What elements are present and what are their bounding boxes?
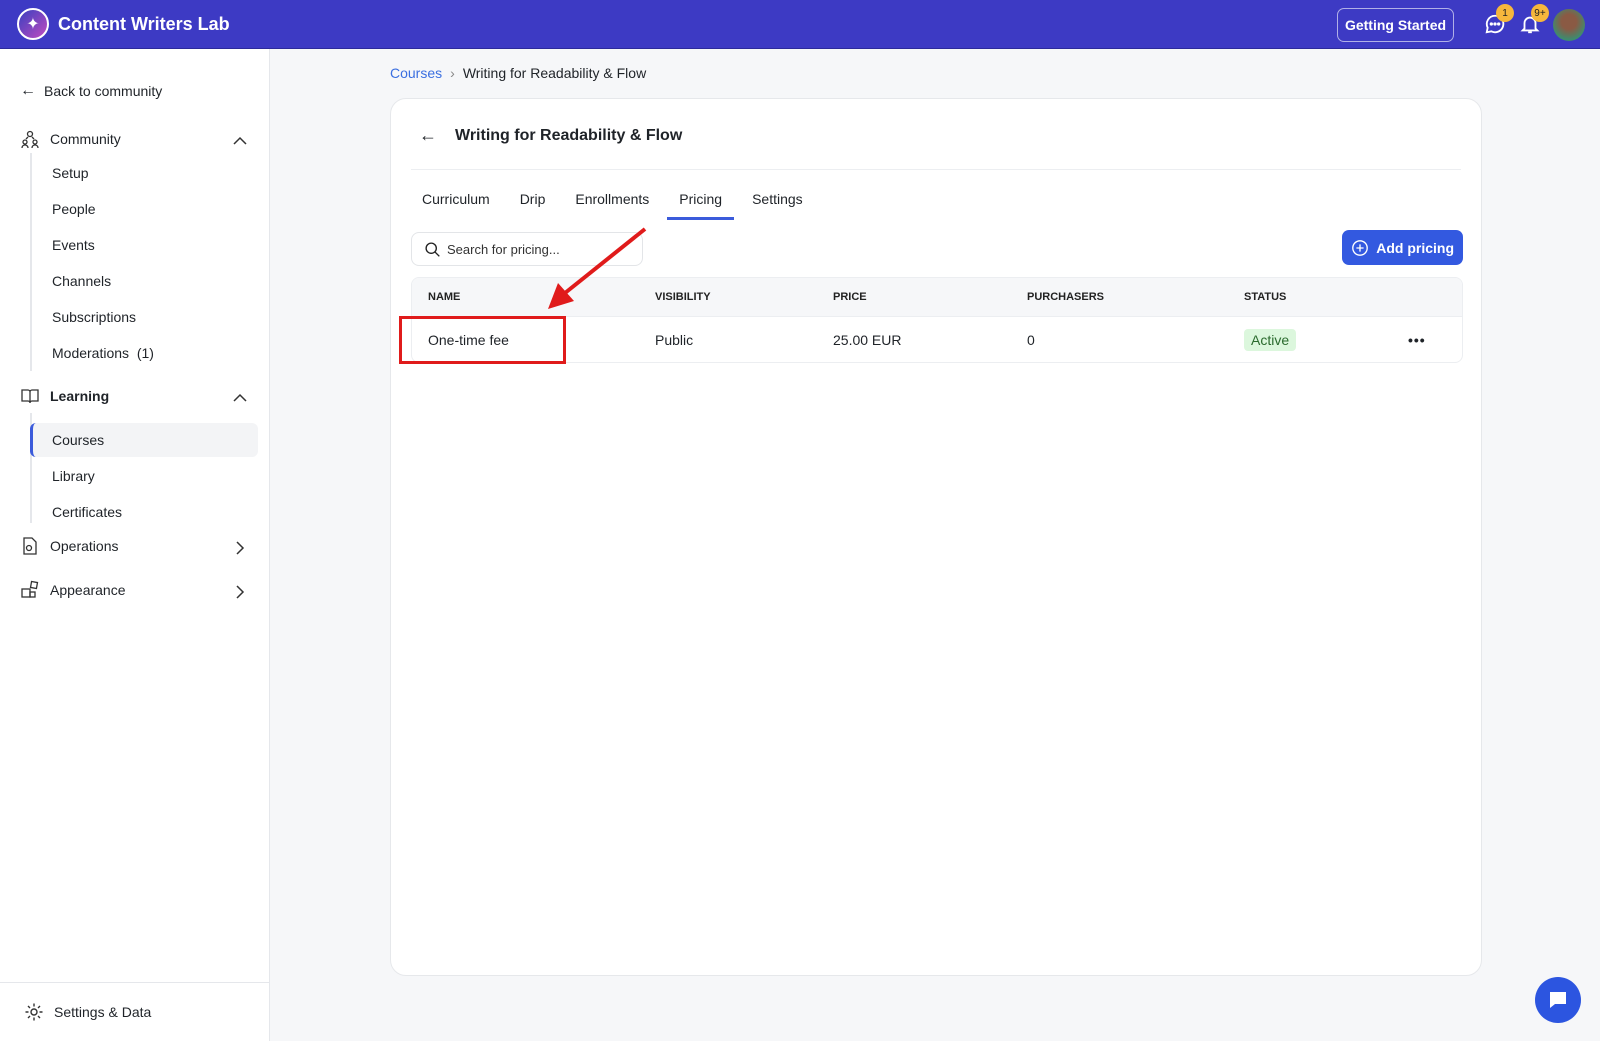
back-arrow-icon[interactable]: ← [419, 125, 437, 146]
user-avatar[interactable] [1553, 9, 1585, 41]
gear-icon [25, 1003, 43, 1021]
annotation-arrow-icon [548, 227, 647, 309]
chevron-right-icon[interactable] [232, 584, 248, 600]
sidebar-item-events[interactable]: Events [52, 237, 95, 253]
col-price[interactable]: PRICE [833, 291, 867, 303]
sidebar-item-courses[interactable]: Courses [52, 432, 104, 448]
sidebar-footer: Settings & Data [0, 982, 270, 1041]
sidebar-section-learning[interactable]: Learning [20, 386, 109, 406]
top-bar: ✦ Content Writers Lab Getting Started 1 … [0, 0, 1600, 49]
tab-enrollments[interactable]: Enrollments [575, 191, 649, 220]
sidebar: ← Back to community Community Setup Peop… [0, 49, 270, 1041]
rail [30, 153, 32, 371]
messages-badge: 1 [1496, 4, 1514, 22]
sidebar-item-library[interactable]: Library [52, 468, 95, 484]
table-row[interactable]: One-time fee Public 25.00 EUR 0 Active •… [412, 316, 1462, 362]
sidebar-item-setup[interactable]: Setup [52, 165, 89, 181]
annotation-highlight-box [399, 316, 566, 364]
back-to-community-link[interactable]: ← Back to community [20, 82, 162, 100]
pricing-price: 25.00 EUR [833, 331, 902, 348]
more-options-icon[interactable]: ••• [1408, 332, 1426, 348]
col-purchasers[interactable]: PURCHASERS [1027, 291, 1104, 303]
settings-label: Settings & Data [54, 1004, 152, 1020]
sidebar-item-moderations[interactable]: Moderations (1) [52, 345, 154, 361]
community-icon [21, 130, 39, 149]
arrow-left-icon: ← [20, 82, 36, 99]
sidebar-section-community[interactable]: Community [20, 129, 121, 149]
learning-label: Learning [50, 388, 110, 404]
chevron-up-icon[interactable] [232, 390, 248, 406]
tab-drip[interactable]: Drip [520, 191, 546, 220]
plus-circle-icon [1352, 239, 1369, 256]
back-label: Back to community [44, 83, 163, 99]
col-visibility[interactable]: VISIBILITY [655, 291, 711, 303]
support-chat-button[interactable] [1535, 977, 1581, 1023]
community-label: Community [50, 131, 121, 147]
tab-curriculum[interactable]: Curriculum [422, 191, 490, 220]
app-logo-icon[interactable]: ✦ [17, 8, 49, 40]
divider [411, 169, 1461, 170]
col-status[interactable]: STATUS [1244, 291, 1286, 303]
operations-label: Operations [50, 538, 119, 554]
operations-icon [23, 537, 37, 555]
search-icon [425, 241, 440, 257]
add-pricing-button[interactable]: Add pricing [1342, 230, 1463, 265]
chevron-right-icon: › [450, 65, 455, 81]
status-badge: Active [1244, 328, 1297, 351]
breadcrumb-current: Writing for Readability & Flow [462, 65, 647, 81]
appearance-label: Appearance [50, 582, 126, 598]
chevron-right-icon[interactable] [232, 540, 248, 556]
sidebar-item-certificates[interactable]: Certificates [52, 504, 122, 520]
notifications-badge: 9+ [1531, 4, 1549, 22]
app-title: Content Writers Lab [58, 13, 230, 34]
sidebar-item-people[interactable]: People [52, 201, 96, 217]
chevron-up-icon[interactable] [232, 133, 248, 149]
messages-button[interactable]: 1 [1484, 4, 1514, 37]
pricing-visibility: Public [655, 331, 694, 348]
pricing-purchasers: 0 [1027, 331, 1035, 348]
appearance-icon [21, 580, 39, 598]
notifications-button[interactable]: 9+ [1519, 4, 1549, 37]
add-pricing-label: Add pricing [1376, 239, 1454, 256]
tab-pricing[interactable]: Pricing [667, 191, 735, 220]
col-name[interactable]: NAME [428, 291, 460, 303]
book-icon [21, 389, 39, 404]
course-title: Writing for Readability & Flow [455, 126, 683, 144]
sidebar-item-subscriptions[interactable]: Subscriptions [52, 309, 136, 325]
chat-bubble-icon [1550, 992, 1566, 1008]
breadcrumb: Courses › Writing for Readability & Flow [390, 65, 646, 81]
course-tabs: Curriculum Drip Enrollments Pricing Sett… [422, 191, 833, 220]
getting-started-button[interactable]: Getting Started [1337, 8, 1454, 42]
settings-data-link[interactable]: Settings & Data [24, 1002, 151, 1022]
sidebar-item-channels[interactable]: Channels [52, 273, 111, 289]
sidebar-section-operations[interactable]: Operations [20, 536, 118, 556]
sidebar-section-appearance[interactable]: Appearance [20, 580, 126, 600]
breadcrumb-courses-link[interactable]: Courses [390, 65, 442, 81]
tab-settings[interactable]: Settings [752, 191, 803, 220]
